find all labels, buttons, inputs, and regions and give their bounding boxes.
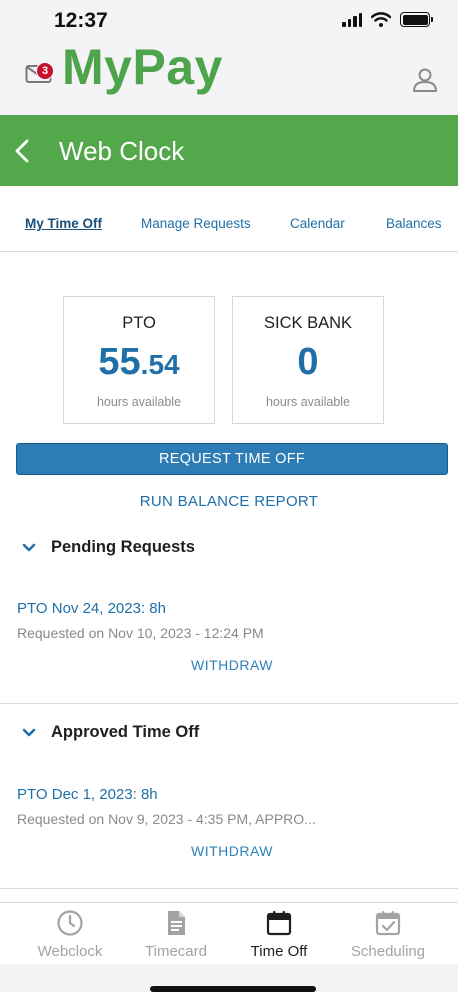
document-icon [168, 911, 185, 935]
nav-timecard[interactable]: Timecard [126, 909, 226, 960]
withdraw-button[interactable]: WITHDRAW [0, 843, 458, 859]
app-title: MyPay [62, 39, 223, 95]
nav-webclock[interactable]: Webclock [20, 909, 120, 960]
nav-label: Timecard [145, 943, 207, 960]
run-balance-report-link[interactable]: RUN BALANCE REPORT [0, 493, 458, 510]
nav-scheduling[interactable]: Scheduling [338, 909, 438, 960]
cellular-signal-icon [342, 12, 362, 27]
section-title: Pending Requests [51, 538, 195, 556]
calendar-check-icon [375, 911, 401, 936]
balance-card-pto: PTO 55.54 hours available [63, 296, 215, 424]
battery-icon [400, 12, 433, 27]
request-item-subtitle: Requested on Nov 9, 2023 - 4:35 PM, APPR… [17, 811, 316, 827]
request-item-title: PTO Nov 24, 2023: 8h [17, 600, 166, 617]
tab-manage-requests[interactable]: Manage Requests [141, 216, 251, 231]
bottom-navigation: Webclock Timecard Time Off Scheduling [0, 902, 458, 964]
back-chevron-icon[interactable] [13, 138, 31, 164]
status-bar: 12:37 [0, 0, 458, 40]
nav-label: Time Off [250, 943, 308, 960]
pending-requests-header[interactable]: Pending Requests [22, 538, 195, 557]
withdraw-button[interactable]: WITHDRAW [0, 657, 458, 673]
chevron-down-icon [22, 728, 36, 736]
tab-bar: My Time Off Manage Requests Calendar Bal… [0, 186, 458, 252]
balance-value: 0 [297, 341, 319, 383]
profile-icon[interactable] [412, 67, 438, 93]
chevron-down-icon [22, 543, 36, 551]
wifi-icon [371, 12, 391, 27]
status-icons [342, 12, 433, 27]
tab-calendar[interactable]: Calendar [290, 216, 345, 231]
request-item-title: PTO Dec 1, 2023: 8h [17, 786, 158, 803]
balance-value: 55.54 [98, 341, 180, 383]
balance-card-sick-bank: SICK BANK 0 hours available [232, 296, 384, 424]
page-title: Web Clock [59, 136, 185, 166]
app-header: 3 MyPay [0, 39, 458, 115]
approved-time-off-header[interactable]: Approved Time Off [22, 723, 199, 742]
nav-time-off[interactable]: Time Off [229, 909, 329, 960]
section-title: Approved Time Off [51, 723, 200, 741]
tab-balances[interactable]: Balances [386, 216, 442, 231]
tab-my-time-off[interactable]: My Time Off [25, 216, 102, 231]
balance-title: SICK BANK [263, 314, 353, 332]
request-item-subtitle: Requested on Nov 10, 2023 - 12:24 PM [17, 625, 264, 641]
nav-label: Scheduling [350, 943, 426, 960]
request-time-off-button[interactable]: REQUEST TIME OFF [16, 443, 448, 475]
home-indicator[interactable] [150, 986, 316, 992]
status-time: 12:37 [54, 9, 108, 32]
mail-badge: 3 [36, 62, 54, 80]
divider [0, 888, 458, 889]
clock-icon [57, 910, 83, 936]
divider [0, 703, 458, 704]
title-bar: Web Clock [0, 115, 458, 186]
balance-caption: hours available [96, 395, 182, 409]
balance-title: PTO [122, 314, 156, 332]
calendar-icon [266, 911, 292, 936]
nav-label: Webclock [37, 943, 103, 960]
balance-caption: hours available [265, 395, 351, 409]
